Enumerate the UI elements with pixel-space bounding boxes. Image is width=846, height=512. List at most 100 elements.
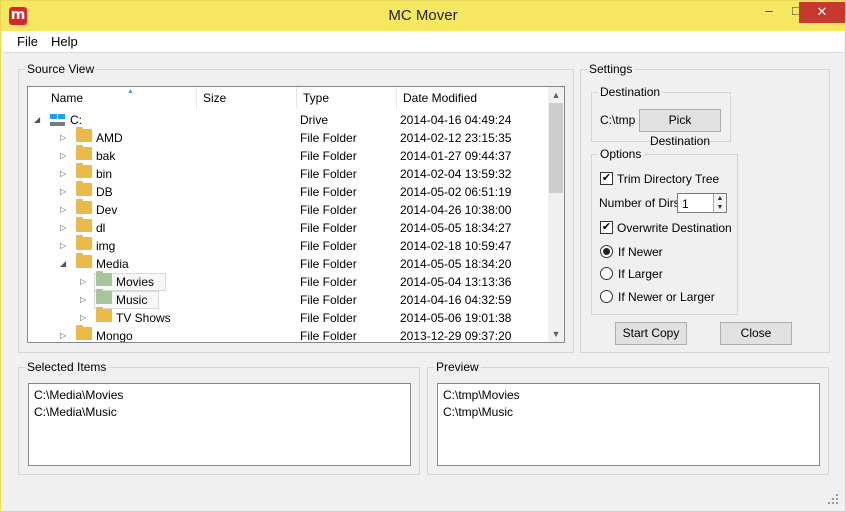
tree-item-date: 2014-05-04 13:13:36 [400, 275, 512, 289]
tree-row[interactable]: ▷ AMD File Folder 2014-02-12 23:15:35 [28, 127, 548, 147]
tree-item-name: bin [96, 167, 113, 181]
column-header-type[interactable]: Type [297, 87, 397, 109]
tree-row[interactable]: ◢ Media File Folder 2014-05-05 18:34:20 [28, 253, 548, 273]
if-newer-or-larger-radio[interactable] [600, 290, 613, 303]
minimize-button[interactable]: – [755, 1, 783, 22]
close-button[interactable]: Close [720, 322, 792, 345]
mc-mover-window: m MC Mover – □ ✕ File Help Source View N… [0, 0, 846, 512]
pick-destination-button[interactable]: Pick Destination [639, 109, 721, 148]
list-item: C:\tmp\Music [443, 405, 514, 419]
list-item[interactable]: C:\Media\Movies [34, 388, 123, 402]
folder-icon [76, 127, 92, 142]
tree-item-type: File Folder [300, 293, 357, 307]
folder-icon [96, 289, 112, 304]
overwrite-destination-label: Overwrite Destination [617, 221, 732, 235]
start-copy-button[interactable]: Start Copy [615, 322, 687, 345]
preview-title: Preview [434, 360, 481, 374]
folder-icon [96, 271, 112, 286]
resize-grip-icon[interactable] [827, 493, 839, 505]
menu-file[interactable]: File [17, 34, 38, 49]
tree-row[interactable]: ▷ bin File Folder 2014-02-04 13:59:32 [28, 163, 548, 183]
tree-item-type: File Folder [300, 167, 357, 181]
overwrite-destination-checkbox[interactable]: ✔ [600, 221, 613, 234]
column-header-date-modified[interactable]: Date Modified [397, 87, 549, 109]
folder-icon [76, 181, 92, 196]
list-item[interactable]: C:\Media\Music [34, 405, 117, 419]
selected-items-list[interactable]: C:\Media\Movies C:\Media\Music [28, 383, 411, 466]
tree-item-type: Drive [300, 113, 329, 127]
if-newer-radio[interactable] [600, 245, 613, 258]
drive-icon [50, 114, 65, 126]
destination-title: Destination [598, 85, 663, 99]
expanded-arrow-icon[interactable]: ◢ [34, 111, 40, 129]
collapsed-arrow-icon[interactable]: ▷ [60, 219, 66, 237]
settings-title: Settings [587, 62, 635, 76]
tree-item-type: File Folder [300, 257, 357, 271]
preview-list[interactable]: C:\tmp\Movies C:\tmp\Music [437, 383, 820, 466]
tree-row[interactable]: ▷ DB File Folder 2014-05-02 06:51:19 [28, 181, 548, 201]
tree-item-type: File Folder [300, 221, 357, 235]
tree-item-type: File Folder [300, 149, 357, 163]
collapsed-arrow-icon[interactable]: ▷ [60, 165, 66, 183]
tree-row[interactable]: ▷ Dev File Folder 2014-04-26 10:38:00 [28, 199, 548, 219]
number-of-dirs-label: Number of Dirs [599, 196, 680, 210]
expanded-arrow-icon[interactable]: ◢ [60, 255, 66, 273]
tree-vertical-scrollbar[interactable]: ▲ ▼ [548, 87, 564, 342]
tree-row[interactable]: ▷ img File Folder 2014-02-18 10:59:47 [28, 235, 548, 255]
spin-up-icon[interactable]: ▲ [713, 194, 726, 203]
close-window-button[interactable]: ✕ [799, 2, 845, 23]
column-header-size[interactable]: Size [197, 87, 297, 109]
tree-item-name: DB [96, 185, 113, 199]
options-title: Options [598, 147, 644, 161]
selected-items-title: Selected Items [25, 360, 109, 374]
tree-item-name: Music [116, 293, 148, 307]
tree-row[interactable]: ▷ Mongo File Folder 2013-12-29 09:37:20 [28, 325, 548, 343]
column-name-label: Name [51, 91, 84, 105]
tree-item-name: img [96, 239, 116, 253]
collapsed-arrow-icon[interactable]: ▷ [80, 291, 86, 309]
tree-row[interactable]: ▷ TV Shows File Folder 2014-05-06 19:01:38 [28, 307, 548, 327]
tree-row[interactable]: ▷ bak File Folder 2014-01-27 09:44:37 [28, 145, 548, 165]
sort-ascending-icon: ▲ [127, 88, 134, 95]
tree-item-name: Movies [116, 275, 155, 289]
collapsed-arrow-icon[interactable]: ▷ [60, 183, 66, 201]
destination-path: C:\tmp [600, 113, 636, 127]
tree-item-date: 2014-01-27 09:44:37 [400, 149, 512, 163]
trim-directory-tree-checkbox[interactable]: ✔ [600, 172, 613, 185]
folder-icon [76, 199, 92, 214]
tree-item-type: File Folder [300, 203, 357, 217]
tree-item-date: 2014-04-16 04:49:24 [400, 113, 512, 127]
trim-directory-tree-label: Trim Directory Tree [617, 172, 720, 186]
tree-item-date: 2014-05-05 18:34:27 [400, 221, 512, 235]
tree-row[interactable]: ▷ Movies File Folder 2014-05-04 13:13:36 [28, 271, 548, 291]
source-tree-view[interactable]: Name ▲ Size Type Date Modified ◢ C: Drive 2… [27, 86, 565, 343]
column-header-name[interactable]: Name ▲ [45, 87, 197, 109]
collapsed-arrow-icon[interactable]: ▷ [60, 237, 66, 255]
scroll-thumb[interactable] [549, 103, 563, 193]
collapsed-arrow-icon[interactable]: ▷ [60, 147, 66, 165]
tree-item-date: 2014-04-26 10:38:00 [400, 203, 512, 217]
tree-item-name: Dev [96, 203, 118, 217]
tree-row[interactable]: ▷ dl File Folder 2014-05-05 18:34:27 [28, 217, 548, 237]
tree-item-date: 2014-04-16 04:32:59 [400, 293, 512, 307]
spin-down-icon[interactable]: ▼ [713, 203, 726, 212]
title-bar[interactable]: m MC Mover – □ ✕ [1, 1, 845, 31]
collapsed-arrow-icon[interactable]: ▷ [80, 273, 86, 291]
tree-row[interactable]: ◢ C: Drive 2014-04-16 04:49:24 [28, 111, 548, 129]
tree-item-name: TV Shows [116, 311, 171, 325]
scroll-up-icon[interactable]: ▲ [548, 87, 564, 103]
tree-row[interactable]: ▷ Music File Folder 2014-04-16 04:32:59 [28, 289, 548, 309]
collapsed-arrow-icon[interactable]: ▷ [60, 327, 66, 342]
menu-help[interactable]: Help [51, 34, 78, 49]
tree-item-date: 2013-12-29 09:37:20 [400, 329, 512, 343]
tree-item-date: 2014-02-04 13:59:32 [400, 167, 512, 181]
tree-item-date: 2014-05-06 19:01:38 [400, 311, 512, 325]
collapsed-arrow-icon[interactable]: ▷ [60, 201, 66, 219]
tree-item-type: File Folder [300, 239, 357, 253]
tree-item-name: Mongo [96, 329, 133, 343]
scroll-down-icon[interactable]: ▼ [548, 326, 564, 342]
collapsed-arrow-icon[interactable]: ▷ [60, 129, 66, 147]
tree-item-date: 2014-02-12 23:15:35 [400, 131, 512, 145]
if-larger-radio[interactable] [600, 267, 613, 280]
number-of-dirs-stepper[interactable]: 1 ▲ ▼ [677, 193, 727, 213]
